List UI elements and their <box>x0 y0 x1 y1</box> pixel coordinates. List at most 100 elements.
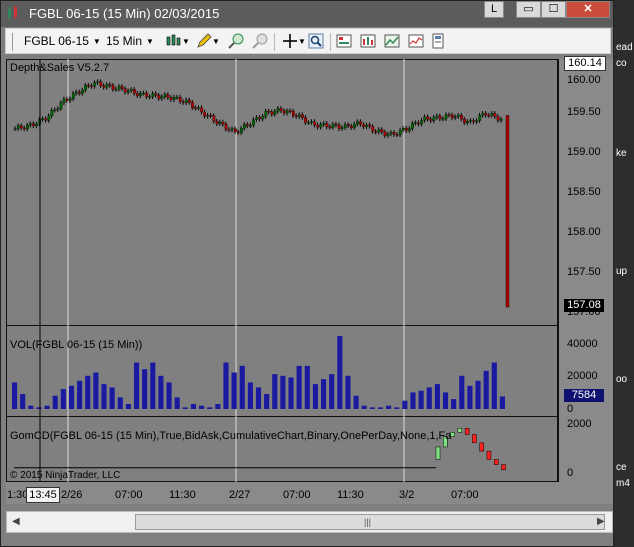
candle <box>457 115 460 117</box>
candle <box>74 91 78 94</box>
scroll-left-arrow-icon[interactable]: ◀ <box>12 516 20 527</box>
gomcd-bar <box>501 464 506 471</box>
horizontal-scrollbar[interactable]: ◀ ||| ▶ <box>6 511 613 533</box>
volume-bar <box>247 382 253 409</box>
window-title: FGBL 06-15 (15 Min) 02/03/2015 <box>29 6 220 21</box>
volume-bar <box>280 375 286 409</box>
candle <box>282 110 286 114</box>
candle <box>188 99 191 103</box>
price-tick: 158.00 <box>567 226 601 238</box>
candle <box>365 124 369 128</box>
close-button[interactable]: ✕ <box>566 1 610 18</box>
bar-type-icon[interactable] <box>166 33 182 49</box>
candle <box>218 121 222 124</box>
volume-bar <box>44 405 50 409</box>
indicators-icon[interactable] <box>360 33 376 49</box>
chart-trader-icon[interactable] <box>430 33 446 49</box>
candle <box>23 127 26 130</box>
chevron-down-icon[interactable]: ▼ <box>212 32 220 50</box>
candle <box>44 118 48 121</box>
maximize-button[interactable]: ☐ <box>541 1 566 18</box>
candle <box>463 118 466 124</box>
candle <box>169 97 173 100</box>
chevron-down-icon[interactable]: ▼ <box>182 32 190 50</box>
grip-icon: ||| <box>364 517 372 527</box>
scrollbar-thumb[interactable]: ||| <box>135 514 605 530</box>
properties-icon[interactable] <box>336 33 352 49</box>
chevron-down-icon[interactable]: ▼ <box>298 32 306 50</box>
title-bar[interactable]: FGBL 06-15 (15 Min) 02/03/2015 L ▭ ☐ ✕ <box>1 1 613 27</box>
volume-bar <box>117 397 123 409</box>
instrument-selector[interactable]: FGBL 06-15 ▼ <box>24 32 101 50</box>
candle <box>32 123 35 126</box>
zoom-in-icon[interactable] <box>228 33 244 49</box>
candle <box>377 129 381 133</box>
time-tick: 11:30 <box>337 489 364 501</box>
candle <box>481 113 485 116</box>
volume-bar <box>353 395 359 409</box>
chart-canvas[interactable] <box>6 59 558 482</box>
candle <box>151 93 155 97</box>
candle <box>401 128 405 131</box>
scroll-right-arrow-icon[interactable]: ▶ <box>597 516 605 527</box>
candle <box>493 113 497 117</box>
minimize-button[interactable]: ▭ <box>516 1 541 18</box>
candle <box>206 115 210 117</box>
volume-bar <box>499 396 505 409</box>
candle <box>371 126 375 132</box>
current-price-label: 160.14 <box>564 56 606 71</box>
candle <box>178 97 182 102</box>
candle <box>157 95 161 99</box>
toolbar-separator <box>274 33 275 51</box>
data-box-icon[interactable] <box>408 33 424 49</box>
zoom-out-icon[interactable] <box>252 33 268 49</box>
volume-bar <box>133 362 140 409</box>
candle <box>279 108 283 111</box>
magnifier-icon[interactable] <box>308 33 324 49</box>
volume-bar <box>483 370 489 409</box>
volume-bar <box>68 385 75 409</box>
price-tick: 158.50 <box>567 186 601 198</box>
interval-selector[interactable]: 15 Min ▼ <box>106 32 154 50</box>
candle <box>291 110 295 116</box>
link-button[interactable]: L <box>484 1 504 18</box>
candle <box>337 124 341 129</box>
candle <box>441 118 445 120</box>
volume-panel-label: VOL(FGBL 06-15 (15 Min)) <box>10 339 143 351</box>
candle <box>111 85 115 90</box>
candle <box>350 125 353 128</box>
candle <box>35 123 38 126</box>
candle <box>288 110 292 112</box>
candle <box>126 90 130 93</box>
candle <box>215 120 219 124</box>
volume-bar <box>304 365 310 409</box>
candle <box>90 85 94 87</box>
candle <box>175 97 179 99</box>
toolbar-grip <box>12 33 13 51</box>
volume-tick: 40000 <box>567 338 598 350</box>
candle <box>380 129 384 133</box>
volume-bar <box>158 375 164 409</box>
background-text: ead <box>616 42 633 53</box>
time-tick: 2/27 <box>229 489 251 501</box>
candle <box>148 96 152 98</box>
candle <box>197 107 200 109</box>
background-text: ke <box>616 148 627 159</box>
crosshair-icon[interactable] <box>282 33 298 49</box>
candle <box>475 120 479 123</box>
candle <box>181 101 185 103</box>
candle <box>362 124 366 128</box>
volume-bar <box>36 407 42 409</box>
candle <box>453 116 457 119</box>
strategies-icon[interactable] <box>384 33 400 49</box>
candle <box>487 115 491 117</box>
candle <box>386 133 390 136</box>
candle <box>240 128 243 133</box>
candle <box>129 89 133 91</box>
volume-bar <box>459 375 465 409</box>
pencil-icon[interactable] <box>196 33 212 49</box>
candle <box>450 114 454 119</box>
candle <box>478 114 482 121</box>
candle <box>26 124 29 130</box>
candle <box>331 124 335 128</box>
